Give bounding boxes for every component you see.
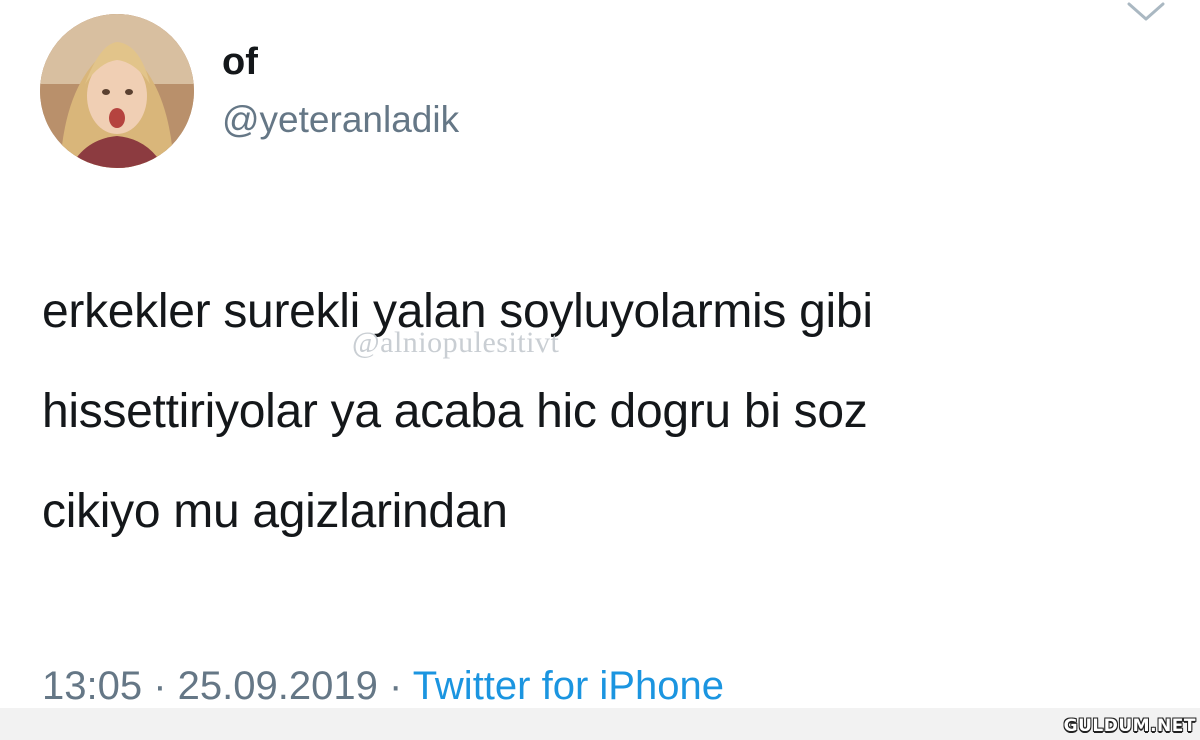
meta-separator: ·	[377, 664, 413, 708]
tweet-date[interactable]: 25.09.2019	[178, 664, 378, 708]
display-name[interactable]: of	[222, 38, 258, 86]
watermark: @alniopulesitivt	[352, 326, 560, 359]
tweet-text-line: erkekler surekli yalan soyluyolarmis gib…	[42, 285, 873, 338]
tweet-text-line: cikiyo mu agizlarindan	[42, 485, 508, 538]
avatar-image	[40, 14, 194, 168]
tweet-card: of @yeteranladik erkekler surekli yalan …	[0, 0, 1200, 740]
tweet-text: erkekler surekli yalan soyluyolarmis gib…	[42, 262, 1162, 562]
user-handle[interactable]: @yeteranladik	[222, 96, 459, 144]
avatar[interactable]	[40, 14, 194, 168]
tweet-meta: 13:05 · 25.09.2019 · Twitter for iPhone	[42, 660, 724, 712]
footer-strip	[0, 708, 1200, 740]
meta-separator: ·	[142, 664, 178, 708]
site-logo: GULDUM.NET	[1063, 716, 1196, 736]
tweet-source-link[interactable]: Twitter for iPhone	[413, 664, 724, 708]
tweet-text-line: hissettiriyolar ya acaba hic dogru bi so…	[42, 385, 868, 438]
chevron-down-icon[interactable]	[1126, 0, 1166, 22]
tweet-time[interactable]: 13:05	[42, 664, 142, 708]
